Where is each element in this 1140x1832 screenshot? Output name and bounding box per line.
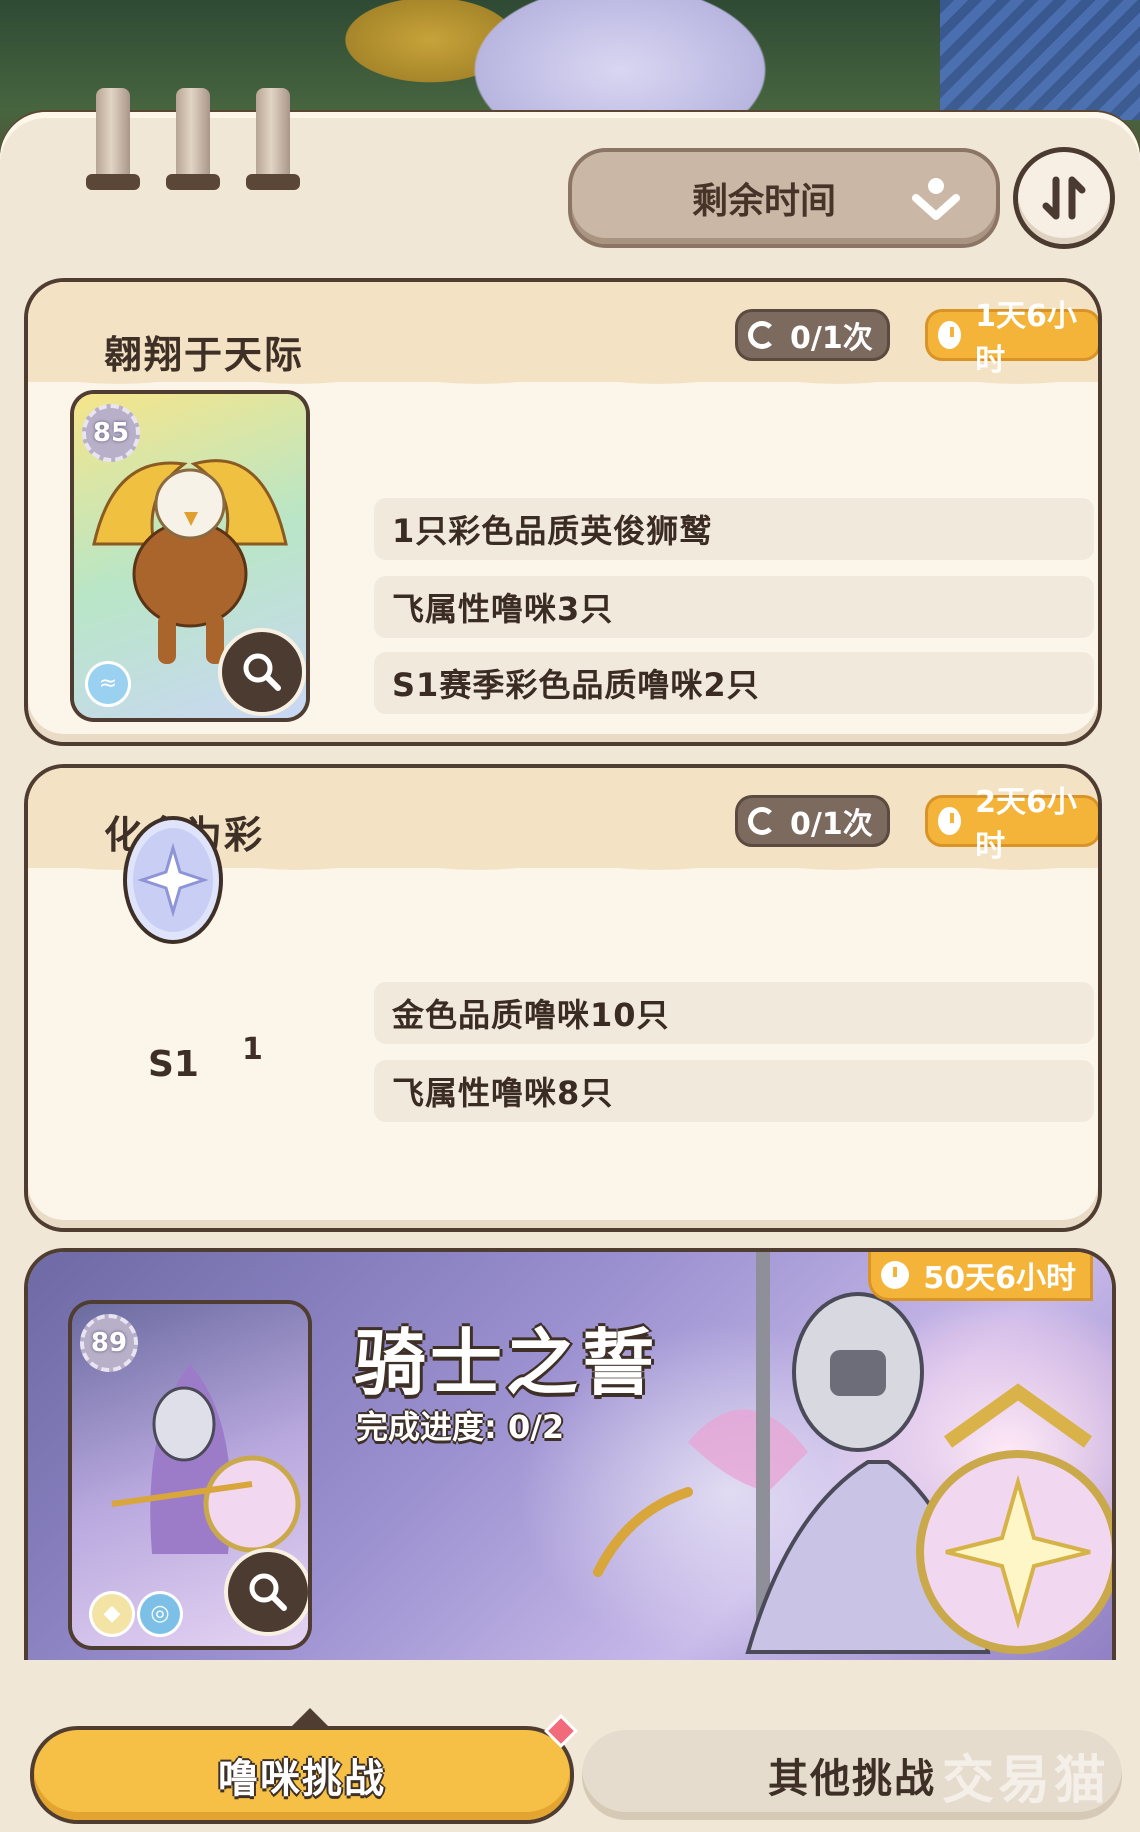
clock-icon xyxy=(938,321,962,349)
wind-element-icon: ≈ xyxy=(88,664,128,704)
requirement-item: 金色品质噜咪10只 xyxy=(374,982,1094,1044)
featured-challenge-title: 骑士之誓 xyxy=(354,1321,659,1405)
attempts-count: 0/1次 xyxy=(790,321,873,356)
egg-season-label: S1 xyxy=(148,1044,199,1085)
griffin-creature-card[interactable]: 85 ≈ xyxy=(74,394,306,718)
time-left-text: 1天6小时 xyxy=(975,299,1077,378)
inspect-button[interactable] xyxy=(228,1552,308,1632)
sort-order-toggle-button[interactable] xyxy=(1018,152,1110,244)
time-left-badge: 1天6小时 xyxy=(928,299,1098,378)
clock-icon xyxy=(881,1261,910,1289)
magnifier-icon xyxy=(249,1573,287,1611)
featured-progress-label: 完成进度: 0/2 xyxy=(356,1408,565,1446)
time-left-badge: 2天6小时 xyxy=(928,785,1098,864)
attempts-badge: 0/1次 xyxy=(738,798,887,844)
watermark-text: 交易猫 xyxy=(941,1751,1110,1811)
sort-dropdown-label: 剩余时间 xyxy=(691,181,836,222)
chevron-down-icon xyxy=(910,172,962,224)
attempts-count: 0/1次 xyxy=(790,807,873,842)
time-left-badge: 50天6小时 xyxy=(871,1252,1090,1298)
tab-lumi-challenge[interactable]: 噜咪挑战 xyxy=(34,1708,570,1820)
water-element-icon: ◎ xyxy=(140,1594,180,1634)
light-element-icon: ◆ xyxy=(92,1594,132,1634)
refresh-icon xyxy=(748,807,776,835)
clock-icon xyxy=(938,807,962,835)
attempts-badge: 0/1次 xyxy=(738,312,887,358)
requirement-item: 飞属性噜咪8只 xyxy=(374,1060,1094,1122)
binder-ring xyxy=(166,88,220,190)
tab-label: 其他挑战 xyxy=(768,1756,936,1802)
tab-label: 噜咪挑战 xyxy=(218,1756,386,1802)
creature-level-badge: 89 xyxy=(80,1314,138,1372)
sort-order-icon xyxy=(1042,176,1086,220)
featured-challenge-card[interactable]: 89 ◆ ◎ 骑士之誓 完成进度: 0/2 50天6小时 xyxy=(28,1252,1112,1672)
inspect-button[interactable] xyxy=(222,632,302,712)
requirement-item: 1只彩色品质英俊狮鹫 xyxy=(374,498,1094,560)
challenge-card[interactable]: 翱翔于天际 0/1次 1天6小时 85 ≈ 1只彩色品质英俊狮鹫 飞属性噜咪3只… xyxy=(28,282,1098,742)
background-fence xyxy=(940,0,1140,120)
creature-level-badge: 85 xyxy=(82,404,140,462)
requirement-item: 飞属性噜咪3只 xyxy=(374,576,1094,638)
time-left-text: 2天6小时 xyxy=(975,785,1077,864)
requirement-item: S1赛季彩色品质噜咪2只 xyxy=(374,652,1094,714)
time-left-text: 50天6小时 xyxy=(923,1261,1076,1296)
challenge-title: 翱翔于天际 xyxy=(104,333,305,377)
knight-creature-card[interactable]: 89 ◆ ◎ xyxy=(72,1304,308,1646)
season-egg-reward-icon[interactable] xyxy=(118,808,228,948)
magnifier-icon xyxy=(243,653,281,691)
sort-dropdown[interactable]: 剩余时间 xyxy=(572,152,996,244)
egg-quantity: 1 xyxy=(242,1032,263,1067)
refresh-icon xyxy=(748,321,776,349)
binder-ring xyxy=(86,88,140,190)
binder-ring xyxy=(246,88,300,190)
